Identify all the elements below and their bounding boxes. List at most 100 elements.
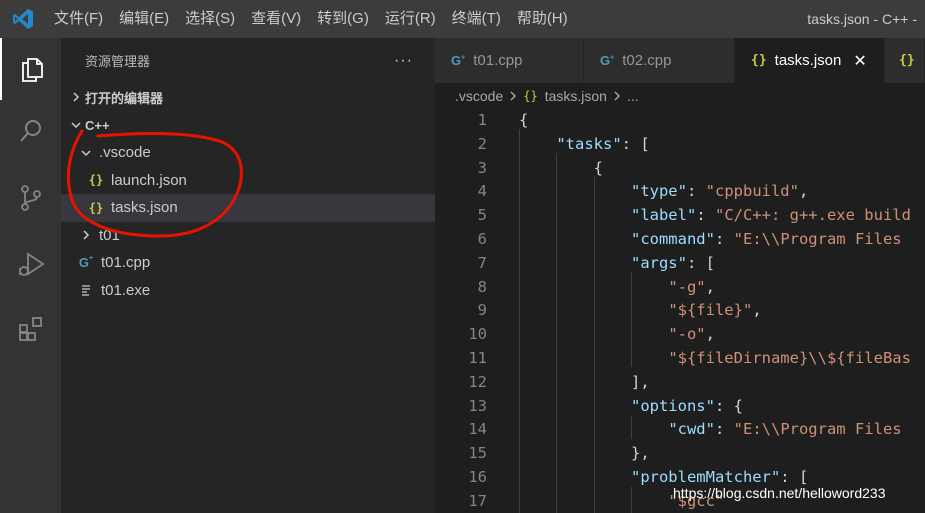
line-number: 16 (468, 468, 487, 486)
line-number: 8 (477, 277, 487, 296)
activity-bar (0, 38, 61, 513)
tree-label: t01.exe (101, 281, 151, 299)
line-number: 11 (468, 349, 487, 367)
code-line[interactable]: 11 "${fileDirname}\\${fileBas (435, 347, 925, 371)
tab-label: tasks.json (774, 52, 842, 69)
tree-file-t01-exe[interactable]: t01.exe (61, 277, 435, 305)
chevron-down-icon (77, 148, 95, 158)
code-text: { (519, 111, 529, 129)
tree-label: t01 (99, 226, 120, 244)
code-text: "label": "C/C++: g++.exe build (630, 206, 911, 225)
chevron-right-icon (77, 230, 95, 240)
tab-t02-cpp[interactable]: G+ t02.cpp (584, 38, 735, 83)
window-title: tasks.json - C++ - (807, 11, 917, 27)
json-file-icon: {} (751, 53, 767, 68)
tree-file-tasks-json[interactable]: {} tasks.json (61, 194, 435, 222)
code-line[interactable]: 15 }, (435, 442, 925, 466)
tab-label: t02.cpp (622, 52, 672, 69)
code-editor[interactable]: 1{2 "tasks": [3 {4 "type": "cppbuild", 5 … (435, 109, 925, 513)
close-tab-icon[interactable]: ✕ (853, 51, 866, 71)
code-text: "type": "cppbuild", (630, 182, 809, 201)
chevron-right-icon (67, 92, 85, 102)
search-icon[interactable] (0, 100, 61, 162)
line-number: 17 (468, 491, 487, 510)
line-number: 10 (468, 325, 487, 344)
tree-file-t01-cpp[interactable]: G + t01.cpp (61, 249, 435, 277)
line-number: 5 (477, 206, 487, 225)
code-text: "-o", (668, 325, 715, 344)
menu-go[interactable]: 转到(G) (309, 0, 377, 38)
breadcrumb: .vscode {} tasks.json ... (435, 83, 925, 109)
editor-tabs: G+ t01.cpp G+ t02.cpp {} tasks.json ✕ {} (435, 38, 925, 83)
code-text: "${file}", (668, 301, 762, 320)
menu-file[interactable]: 文件(F) (46, 0, 111, 38)
more-actions-icon[interactable]: ··· (394, 52, 413, 70)
line-number: 7 (477, 253, 487, 272)
code-text: "tasks": [ (556, 134, 650, 153)
tree-label: tasks.json (111, 199, 178, 217)
breadcrumb-ellipsis[interactable]: ... (627, 88, 639, 104)
folder-section[interactable]: C++ (61, 111, 435, 139)
code-line[interactable]: 3 { (435, 157, 925, 181)
line-number: 3 (477, 158, 487, 177)
code-line[interactable]: 8 "-g", (435, 276, 925, 300)
title-bar: 文件(F) 编辑(E) 选择(S) 查看(V) 转到(G) 运行(R) 终端(T… (0, 0, 925, 38)
code-line[interactable]: 1{ (435, 109, 925, 133)
tab-t01-cpp[interactable]: G+ t01.cpp (435, 38, 584, 83)
menu-help[interactable]: 帮助(H) (509, 0, 576, 38)
line-number: 13 (468, 396, 487, 415)
code-line[interactable]: 7 "args": [ (435, 252, 925, 276)
tree-folder-t01[interactable]: t01 (61, 222, 435, 250)
cpp-file-icon: G+ (78, 255, 94, 271)
code-text: "-g", (668, 277, 715, 296)
source-control-icon[interactable] (0, 167, 61, 229)
code-line[interactable]: 14 "cwd": "E:\\Program Files (435, 418, 925, 442)
line-number: 15 (468, 444, 487, 463)
menu-view[interactable]: 查看(V) (243, 0, 309, 38)
cpp-file-icon: G+ (600, 53, 615, 68)
menu-terminal[interactable]: 终端(T) (444, 0, 509, 38)
tab-overflow[interactable]: {} (885, 38, 925, 83)
code-text: "options": { (630, 396, 743, 415)
explorer-icon[interactable] (0, 38, 61, 100)
json-file-icon: {} (88, 173, 104, 188)
tab-label: t01.cpp (473, 52, 523, 69)
code-line[interactable]: 6 "command": "E:\\Program Files (435, 228, 925, 252)
breadcrumb-file[interactable]: tasks.json (545, 88, 607, 104)
line-number: 6 (477, 230, 487, 248)
run-debug-icon[interactable] (0, 234, 61, 296)
tree-folder-vscode[interactable]: .vscode (61, 139, 435, 167)
code-line[interactable]: 12 ], (435, 371, 925, 395)
menu-selection[interactable]: 选择(S) (177, 0, 243, 38)
vscode-logo-icon (0, 0, 46, 38)
editor-area: G+ t01.cpp G+ t02.cpp {} tasks.json ✕ {}… (435, 38, 925, 513)
code-line[interactable]: 13 "options": { (435, 395, 925, 419)
tree-label: t01.cpp (101, 254, 151, 272)
explorer-title: 资源管理器 (85, 54, 151, 69)
menu-bar: 文件(F) 编辑(E) 选择(S) 查看(V) 转到(G) 运行(R) 终端(T… (46, 0, 576, 38)
tab-tasks-json[interactable]: {} tasks.json ✕ (735, 38, 885, 83)
code-line[interactable]: 10 "-o", (435, 323, 925, 347)
open-editors-section[interactable]: 打开的编辑器 (61, 83, 435, 111)
explorer-sidebar: 资源管理器 ··· 打开的编辑器 C++ .vscode {} launch.j… (61, 38, 435, 513)
json-file-icon: {} (523, 89, 538, 103)
breadcrumb-folder[interactable]: .vscode (455, 88, 503, 104)
line-number: 2 (477, 134, 487, 153)
code-text: ], (519, 372, 650, 391)
line-number: 4 (477, 182, 487, 201)
menu-edit[interactable]: 编辑(E) (111, 0, 177, 38)
watermark: https://blog.csdn.net/helloword233 (673, 485, 886, 501)
code-line[interactable]: 9 "${file}", (435, 299, 925, 323)
folder-label: C++ (85, 117, 110, 133)
code-text: "${fileDirname}\\${fileBas (668, 349, 911, 367)
extensions-icon[interactable] (0, 298, 61, 360)
menu-run[interactable]: 运行(R) (377, 0, 444, 38)
code-text: "command": "E:\\Program Files (630, 230, 902, 248)
code-line[interactable]: 5 "label": "C/C++: g++.exe build (435, 204, 925, 228)
code-line[interactable]: 4 "type": "cppbuild", (435, 180, 925, 204)
code-line[interactable]: 2 "tasks": [ (435, 133, 925, 157)
tree-label: .vscode (99, 144, 151, 162)
tree-file-launch-json[interactable]: {} launch.json (61, 167, 435, 195)
code-text: "args": [ (630, 253, 715, 272)
chevron-right-icon (613, 88, 621, 104)
